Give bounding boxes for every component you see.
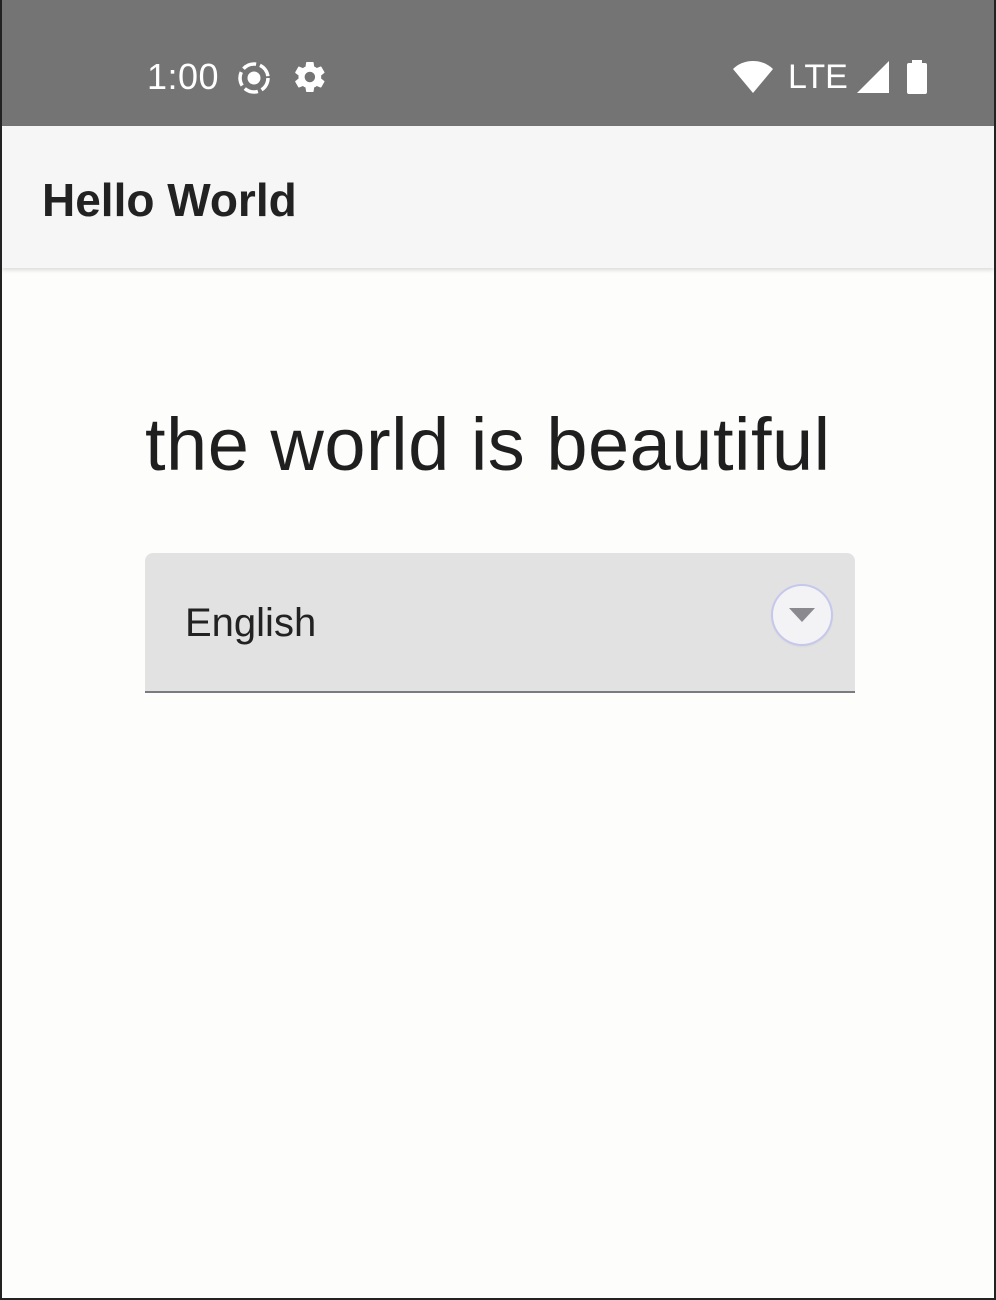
battery-icon xyxy=(907,60,927,94)
app-bar: Hello World xyxy=(2,126,994,268)
gear-icon xyxy=(295,61,325,93)
app-title: Hello World xyxy=(42,174,297,226)
language-dropdown-button[interactable] xyxy=(773,586,831,644)
headline-text: the world is beautiful xyxy=(145,403,831,486)
signal-icon xyxy=(857,61,889,93)
status-time: 1:00 xyxy=(147,56,220,97)
wifi-icon xyxy=(733,61,773,93)
chevron-down-icon xyxy=(789,608,815,622)
status-bar: 1:00 LTE xyxy=(2,0,994,126)
screen-record-icon xyxy=(238,62,270,94)
phone-screen: 1:00 LTE Hello World the world is beauti… xyxy=(0,0,996,1300)
language-select[interactable]: English xyxy=(145,553,855,693)
network-type-label: LTE xyxy=(788,58,848,96)
language-select-value: English xyxy=(185,601,317,645)
